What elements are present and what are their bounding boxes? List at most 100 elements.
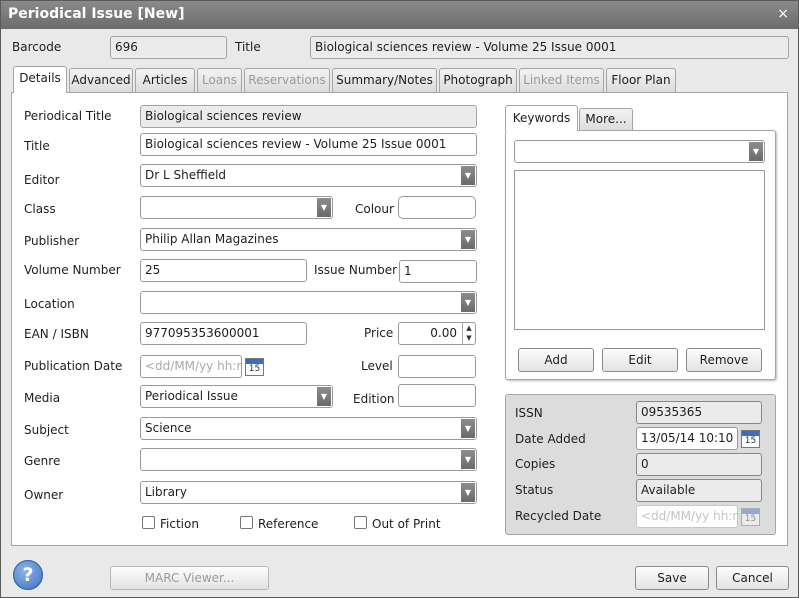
subject-label: Subject: [24, 423, 69, 437]
barcode-label: Barcode: [12, 40, 62, 54]
level-input[interactable]: [398, 355, 476, 378]
tab-advanced[interactable]: Advanced: [69, 68, 133, 92]
date-added-label: Date Added: [515, 432, 586, 446]
location-select[interactable]: ▼: [140, 291, 477, 314]
class-label: Class: [24, 202, 56, 216]
recycled-date-input[interactable]: <dd/MM/yy hh:mm: [636, 505, 738, 528]
ean-isbn-label: EAN / ISBN: [24, 327, 89, 341]
issue-title-input[interactable]: Biological sciences review - Volume 25 I…: [140, 133, 477, 156]
status-field[interactable]: Available: [636, 479, 762, 502]
tab-details[interactable]: Details: [13, 66, 67, 93]
barcode-field[interactable]: 696: [110, 36, 227, 59]
tab-keywords[interactable]: Keywords: [505, 105, 578, 131]
status-label: Status: [515, 483, 554, 497]
tab-linked-items[interactable]: Linked Items: [519, 68, 604, 92]
owner-select[interactable]: Library ▼: [140, 481, 477, 504]
media-value: Periodical Issue: [145, 389, 238, 403]
class-select[interactable]: ▼: [140, 196, 333, 219]
calendar-icon[interactable]: 15: [245, 358, 264, 376]
owner-value: Library: [145, 485, 187, 499]
chevron-down-icon[interactable]: ▼: [317, 198, 331, 217]
edition-label: Edition: [353, 392, 395, 406]
title-bar: Periodical Issue [New] ×: [1, 1, 798, 29]
chevron-down-icon[interactable]: ▼: [461, 483, 475, 502]
edition-input[interactable]: [398, 384, 476, 407]
subject-select[interactable]: Science ▼: [140, 417, 477, 440]
recycled-date-label: Recycled Date: [515, 509, 602, 523]
fiction-checkbox[interactable]: [142, 516, 155, 529]
price-label: Price: [364, 326, 394, 340]
keywords-list[interactable]: [514, 170, 765, 330]
price-input[interactable]: 0.00 ▲ ▼: [398, 322, 476, 345]
issn-label: ISSN: [515, 406, 543, 420]
copies-field[interactable]: 0: [636, 453, 762, 476]
fiction-label: Fiction: [160, 517, 199, 531]
issue-number-label: Issue Number: [314, 263, 398, 277]
details-panel: Periodical Title Biological sciences rev…: [11, 92, 788, 546]
publisher-label: Publisher: [24, 234, 80, 248]
volume-number-input[interactable]: 25: [140, 259, 307, 282]
chevron-down-icon[interactable]: ▼: [461, 419, 475, 438]
media-label: Media: [24, 391, 61, 405]
calendar-icon[interactable]: 15: [741, 508, 760, 526]
date-added-input[interactable]: 13/05/14 10:10: [636, 427, 738, 450]
publication-date-input[interactable]: <dd/MM/yy hh:mm: [140, 355, 242, 378]
issue-title-label: Title: [24, 139, 50, 153]
media-select[interactable]: Periodical Issue ▼: [140, 385, 333, 408]
reference-checkbox[interactable]: [240, 516, 253, 529]
tab-articles[interactable]: Articles: [135, 68, 195, 92]
close-icon[interactable]: ×: [777, 6, 789, 22]
publisher-select[interactable]: Philip Allan Magazines ▼: [140, 228, 477, 251]
chevron-down-icon[interactable]: ▼: [461, 450, 475, 469]
genre-select[interactable]: ▼: [140, 448, 477, 471]
issue-number-input[interactable]: 1: [399, 260, 477, 283]
publication-date-label: Publication Date: [24, 359, 123, 373]
tab-loans[interactable]: Loans: [197, 68, 242, 92]
calendar-icon[interactable]: 15: [741, 430, 760, 448]
price-spinner[interactable]: ▲ ▼: [462, 323, 475, 344]
copies-label: Copies: [515, 457, 556, 471]
publisher-value: Philip Allan Magazines: [145, 232, 279, 246]
level-label: Level: [361, 359, 393, 373]
tab-more[interactable]: More...: [579, 108, 633, 130]
add-keyword-button[interactable]: Add: [518, 348, 594, 372]
editor-label: Editor: [24, 173, 60, 187]
issn-field[interactable]: 09535365: [636, 401, 762, 424]
remove-keyword-button[interactable]: Remove: [686, 348, 762, 372]
chevron-down-icon[interactable]: ▼: [317, 387, 331, 406]
tab-summary-notes[interactable]: Summary/Notes: [332, 68, 437, 92]
help-icon[interactable]: ?: [13, 560, 43, 590]
chevron-down-icon[interactable]: ▼: [749, 142, 763, 161]
genre-label: Genre: [24, 454, 61, 468]
keyword-select[interactable]: ▼: [514, 140, 765, 163]
cancel-button[interactable]: Cancel: [716, 566, 789, 590]
colour-label: Colour: [355, 202, 394, 216]
chevron-down-icon[interactable]: ▼: [461, 166, 475, 185]
edit-keyword-button[interactable]: Edit: [602, 348, 678, 372]
out-of-print-checkbox[interactable]: [354, 516, 367, 529]
price-value: 0.00: [430, 326, 457, 340]
subject-value: Science: [145, 421, 192, 435]
ean-isbn-input[interactable]: 977095353600001: [140, 322, 307, 345]
location-label: Location: [24, 297, 75, 311]
owner-label: Owner: [24, 488, 64, 502]
tab-floor-plan[interactable]: Floor Plan: [606, 68, 676, 92]
periodical-title-field[interactable]: Biological sciences review: [140, 105, 477, 128]
volume-number-label: Volume Number: [24, 263, 121, 277]
save-button[interactable]: Save: [635, 566, 709, 590]
colour-input[interactable]: [398, 196, 476, 219]
periodical-title-label: Periodical Title: [24, 109, 112, 123]
marc-viewer-button[interactable]: MARC Viewer...: [110, 566, 269, 590]
dialog-window: Periodical Issue [New] × Barcode 696 Tit…: [0, 0, 799, 598]
out-of-print-label: Out of Print: [372, 517, 441, 531]
editor-select[interactable]: Dr L Sheffield ▼: [140, 164, 477, 187]
window-title: Periodical Issue [New]: [8, 6, 185, 22]
chevron-down-icon[interactable]: ▼: [461, 293, 475, 312]
reference-label: Reference: [258, 517, 319, 531]
chevron-down-icon[interactable]: ▼: [461, 230, 475, 249]
tab-reservations[interactable]: Reservations: [244, 68, 330, 92]
header-title-field[interactable]: Biological sciences review - Volume 25 I…: [310, 36, 789, 59]
tab-photograph[interactable]: Photograph: [439, 68, 517, 92]
editor-value: Dr L Sheffield: [145, 168, 227, 182]
title-label: Title: [235, 40, 261, 54]
